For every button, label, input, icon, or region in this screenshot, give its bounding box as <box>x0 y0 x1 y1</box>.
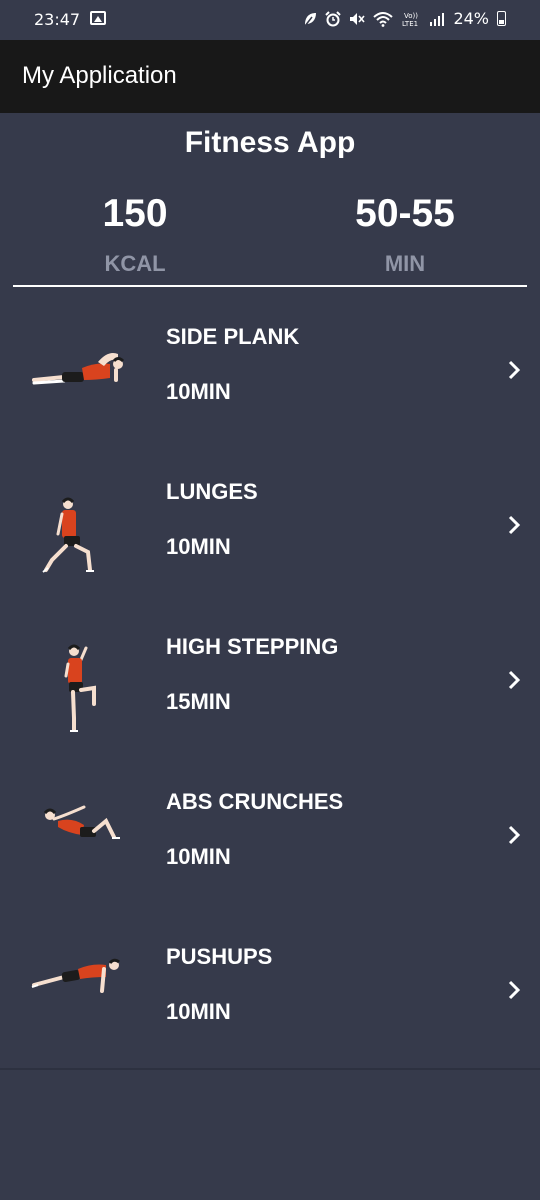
signal-icon <box>430 12 445 26</box>
abs-crunches-illustration <box>43 805 120 839</box>
app-title: My Application <box>22 62 177 89</box>
leaf-icon <box>304 12 317 26</box>
calories-unit: KCAL <box>104 251 166 276</box>
exercise-duration: 10MIN <box>166 844 231 869</box>
exercise-list: SIDE PLANK 10MIN LUNGES 10MIN HIGH STEPP… <box>0 290 540 1065</box>
exercise-item-side-plank[interactable]: SIDE PLANK 10MIN <box>0 290 540 445</box>
header-divider <box>13 285 527 287</box>
high-stepping-illustration <box>64 644 96 732</box>
exercise-item-abs-crunches[interactable]: ABS CRUNCHES 10MIN <box>0 755 540 910</box>
alarm-icon <box>325 10 342 26</box>
status-time: 23:47 <box>34 10 81 29</box>
exercise-name: SIDE PLANK <box>166 324 300 349</box>
battery-icon <box>497 11 506 26</box>
calories-value: 150 <box>102 192 168 235</box>
volte-icon: Vo))LTE1 <box>402 12 418 27</box>
side-plank-illustration <box>32 353 125 385</box>
exercise-duration: 10MIN <box>166 534 231 559</box>
calories-stat: 150 KCAL <box>5 192 265 277</box>
exercise-item-lunges[interactable]: LUNGES 10MIN <box>0 445 540 600</box>
duration-stat: 50-55 MIN <box>275 192 535 277</box>
battery-percent: 24% <box>453 9 489 28</box>
chevron-right-icon[interactable] <box>506 358 522 382</box>
exercise-name: PUSHUPS <box>166 944 273 969</box>
duration-unit: MIN <box>384 251 426 276</box>
exercise-name: ABS CRUNCHES <box>166 789 344 814</box>
chevron-right-icon[interactable] <box>506 668 522 692</box>
chevron-right-icon[interactable] <box>506 513 522 537</box>
exercise-item-pushups[interactable]: PUSHUPS 10MIN <box>0 910 540 1065</box>
status-bar: 23:47 Vo)) LTE1 24% <box>0 0 540 40</box>
exercise-name: HIGH STEPPING <box>166 634 339 659</box>
lunges-illustration <box>42 497 94 573</box>
chevron-right-icon[interactable] <box>506 823 522 847</box>
svg-text:LTE1: LTE1 <box>402 20 418 27</box>
wifi-icon <box>373 11 394 27</box>
exercise-item-high-stepping[interactable]: HIGH STEPPING 15MIN <box>0 600 540 755</box>
status-icons: Vo)) LTE1 24% <box>303 9 506 28</box>
page-title: Fitness App <box>184 126 356 159</box>
pushups-illustration <box>31 958 120 993</box>
exercise-name: LUNGES <box>166 479 258 504</box>
svg-text:Vo)): Vo)) <box>404 12 418 20</box>
exercise-duration: 10MIN <box>166 999 231 1024</box>
duration-value: 50-55 <box>355 192 455 235</box>
gallery-icon <box>90 11 106 25</box>
list-bottom-divider <box>0 1068 540 1070</box>
exercise-duration: 15MIN <box>166 689 231 714</box>
exercise-duration: 10MIN <box>166 379 231 404</box>
chevron-right-icon[interactable] <box>506 978 522 1002</box>
mute-icon <box>350 12 366 25</box>
app-bar: My Application <box>0 40 540 113</box>
